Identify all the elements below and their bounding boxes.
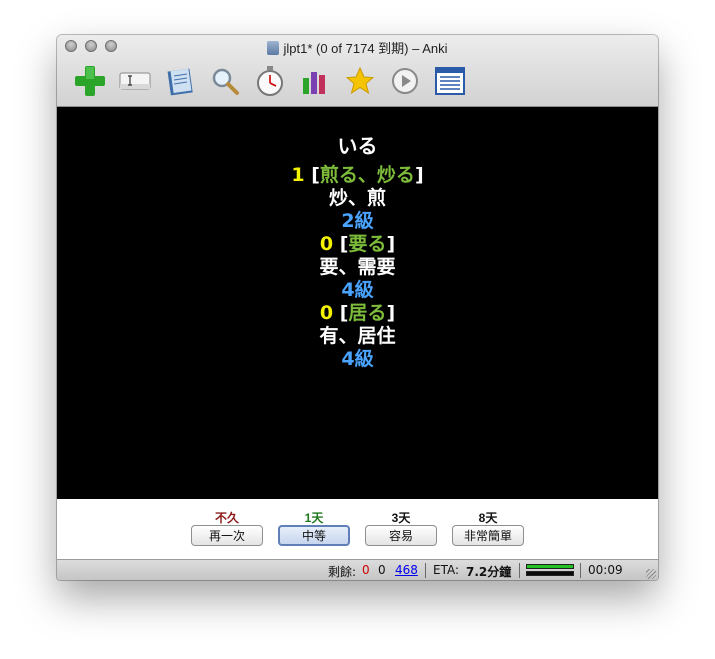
- search-button[interactable]: [202, 63, 247, 99]
- resize-grip-icon[interactable]: [646, 569, 656, 579]
- magnifier-icon: [212, 68, 239, 95]
- entry-3-bracket-close: ]: [386, 302, 396, 324]
- entry-2-reading: 要る: [348, 233, 387, 255]
- entry-3-num: 0: [319, 302, 334, 324]
- status-divider: [580, 563, 581, 578]
- entry-2-level: 4級: [341, 279, 374, 301]
- remaining-label: 剩餘:: [328, 565, 357, 579]
- card-word: いる: [337, 134, 378, 158]
- card-view: いる 1 [煎る、炒る] 炒、煎 2級 0 [要る] 要、需要 4級 0 [居る…: [57, 107, 658, 499]
- deck-browser-button[interactable]: [157, 63, 202, 99]
- notebook-icon: [167, 68, 193, 96]
- graphs-button[interactable]: [292, 63, 337, 99]
- add-cross-icon: [74, 66, 105, 96]
- window-title-area: jlpt1* (0 of 7174 到期) – Anki: [57, 38, 658, 57]
- very-easy-button[interactable]: 非常簡單: [452, 525, 524, 546]
- good-button[interactable]: 中等: [278, 525, 350, 546]
- answer-very-easy-interval: 8天: [478, 511, 498, 525]
- entry-2-bracket-close: ]: [386, 233, 396, 255]
- add-button[interactable]: [67, 63, 112, 99]
- star-icon: [345, 66, 374, 95]
- answer-good-interval: 1天: [304, 511, 324, 525]
- review-count: 468: [395, 563, 418, 577]
- progress-bars: [526, 564, 574, 578]
- entry-2-reading-line: 0 [要る]: [57, 233, 658, 256]
- answer-easy: 3天 容易: [365, 509, 437, 546]
- anki-window: jlpt1* (0 of 7174 到期) – Anki いる 1 [煎る、炒る…: [57, 35, 658, 580]
- status-divider: [425, 563, 426, 578]
- entry-1-reading-line: 1 [煎る、炒る]: [57, 164, 658, 187]
- entry-1-level: 2級: [341, 210, 374, 232]
- easy-button[interactable]: 容易: [365, 525, 437, 546]
- timer: 00:09: [588, 563, 623, 577]
- titlebar: jlpt1* (0 of 7174 到期) – Anki: [57, 35, 658, 107]
- progress-bar-bottom: [526, 571, 574, 576]
- replay-button[interactable]: [382, 63, 427, 99]
- progress-bar-top: [526, 564, 574, 569]
- answer-very-easy: 8天 非常簡單: [452, 509, 524, 546]
- entry-3-meaning: 有、居住: [319, 325, 396, 347]
- stopwatch-icon: [256, 66, 283, 96]
- card-content: いる 1 [煎る、炒る] 炒、煎 2級 0 [要る] 要、需要 4級 0 [居る…: [57, 135, 658, 371]
- entry-1-meaning: 炒、煎: [328, 187, 386, 209]
- progress-bar-top-fill: [527, 565, 573, 568]
- answer-buttons-area: 不久 再一次 1天 中等 3天 容易 8天 非常簡單: [57, 499, 658, 559]
- entry-3-reading: 居る: [348, 302, 387, 324]
- entry-1-reading: 煎る、炒る: [319, 164, 415, 186]
- browse-list-button[interactable]: [427, 63, 472, 99]
- entry-2-num: 0: [319, 233, 334, 255]
- entry-2-meaning: 要、需要: [319, 256, 396, 278]
- edit-field-icon: [119, 72, 150, 90]
- entry-1-bracket-close: ]: [414, 164, 424, 186]
- entry-3-reading-line: 0 [居る]: [57, 302, 658, 325]
- timer-button[interactable]: [247, 63, 292, 99]
- eta-label: ETA:: [433, 563, 460, 577]
- eta-value: 7.2分鐘: [466, 565, 512, 579]
- mark-button[interactable]: [337, 63, 382, 99]
- main-toolbar: [67, 63, 472, 99]
- entry-3-level: 4級: [341, 348, 374, 370]
- status-divider: [519, 563, 520, 578]
- answer-good: 1天 中等: [278, 509, 350, 546]
- again-button[interactable]: 再一次: [191, 525, 263, 546]
- answer-again: 不久 再一次: [191, 509, 263, 546]
- play-icon: [391, 68, 418, 94]
- answer-again-interval: 不久: [214, 511, 239, 525]
- status-bar: 剩餘: 0 0 468 ETA: 7.2分鐘 00:09: [57, 559, 658, 580]
- new-count: 0: [362, 563, 370, 577]
- window-title: jlpt1* (0 of 7174 到期) – Anki: [283, 41, 448, 56]
- answer-easy-interval: 3天: [391, 511, 411, 525]
- stats-bars-icon: [302, 72, 325, 94]
- document-icon: [267, 41, 280, 55]
- entry-1-bracket-open: [: [311, 164, 320, 186]
- list-icon: [434, 67, 465, 95]
- learn-count: 0: [378, 563, 386, 577]
- entry-1-num: 1: [291, 164, 305, 186]
- edit-current-button[interactable]: [112, 63, 157, 99]
